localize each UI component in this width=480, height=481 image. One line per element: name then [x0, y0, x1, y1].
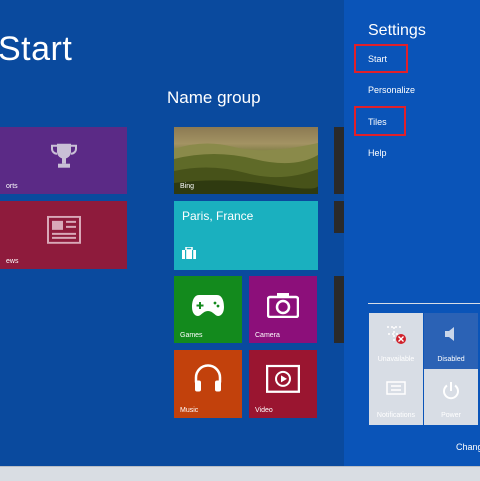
- tile-label: orts: [6, 183, 18, 190]
- tile-label: ews: [6, 258, 19, 265]
- briefcase-icon: [182, 246, 196, 264]
- tile-bing[interactable]: Bing: [174, 127, 318, 194]
- power-icon: [441, 381, 461, 406]
- quick-label: Power: [441, 412, 461, 419]
- tile-video[interactable]: Video: [249, 350, 317, 418]
- gamepad-icon: [191, 292, 225, 323]
- divider: [368, 303, 480, 304]
- quick-label: Disabled: [437, 356, 465, 363]
- headphones-icon: [192, 363, 224, 400]
- tile-sports[interactable]: orts: [0, 127, 127, 194]
- network-unavailable-icon: [385, 325, 407, 350]
- tile-games[interactable]: Games: [174, 276, 242, 343]
- tile-label: Music: [180, 407, 199, 414]
- start-title: Start: [0, 30, 73, 68]
- tile-label: Bing: [180, 183, 195, 190]
- trophy-icon: [49, 140, 79, 175]
- settings-item-help[interactable]: Help: [368, 148, 387, 158]
- group-name[interactable]: Name group: [167, 88, 261, 108]
- settings-charm: Settings Start Personalize Tiles Help Un…: [344, 0, 480, 466]
- tile-camera[interactable]: Camera: [249, 276, 317, 343]
- weather-city: Paris, France: [182, 209, 254, 223]
- settings-item-personalize[interactable]: Personalize: [368, 85, 415, 95]
- newspaper-icon: [46, 215, 81, 249]
- notifications-button[interactable]: Notifications: [369, 369, 423, 425]
- volume-icon: [442, 325, 460, 348]
- video-icon: [265, 364, 301, 398]
- taskbar: [0, 466, 480, 481]
- tile-label: Camera: [255, 332, 280, 339]
- camera-icon: [266, 292, 300, 323]
- quick-label: Unavailable: [377, 356, 415, 363]
- tile-label: Video: [255, 407, 273, 414]
- settings-title: Settings: [368, 22, 426, 39]
- network-button[interactable]: Unavailable: [369, 313, 423, 369]
- notifications-icon: [386, 381, 406, 400]
- volume-button[interactable]: Disabled: [424, 313, 478, 369]
- highlight-box-start: [354, 44, 408, 73]
- landscape-image: [174, 143, 318, 194]
- tile-label: Games: [180, 332, 203, 339]
- power-button[interactable]: Power: [424, 369, 478, 425]
- highlight-box-tiles: [354, 106, 406, 136]
- tile-weather[interactable]: Paris, France: [174, 201, 318, 270]
- tile-music[interactable]: Music: [174, 350, 242, 418]
- change-pc-settings-link[interactable]: Chang: [456, 442, 480, 452]
- tile-news[interactable]: ews: [0, 201, 127, 269]
- quick-label: Notifications: [376, 412, 416, 419]
